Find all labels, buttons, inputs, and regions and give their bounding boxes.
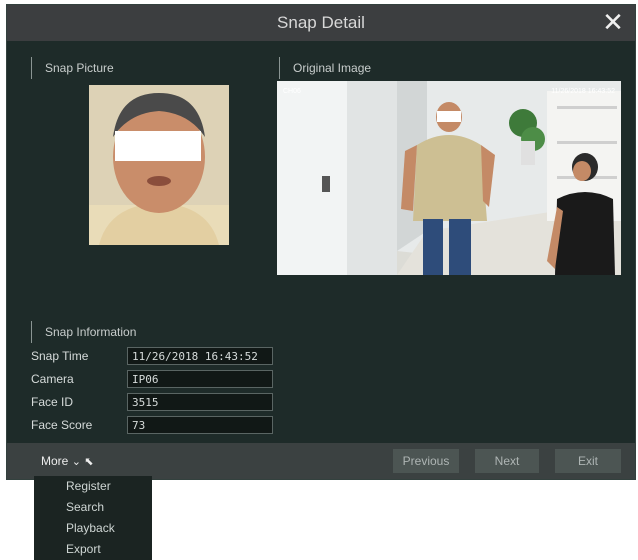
dialog-footer: More ⌄ ⬉ Previous Next Exit <box>7 443 635 479</box>
face-id-label: Face ID <box>31 395 74 409</box>
face-score-field: 73 <box>127 416 273 434</box>
title-bar: Snap Detail ✕ <box>7 5 635 41</box>
face-redaction <box>115 131 201 161</box>
face-score-label: Face Score <box>31 418 93 432</box>
original-scene-image: CH06 11/26/2018 16:43:52 <box>277 81 621 275</box>
close-icon: ✕ <box>602 7 624 37</box>
info-row-face-score: Face Score 73 <box>31 416 281 436</box>
menu-item-export[interactable]: Export <box>34 539 152 560</box>
info-row-face-id: Face ID 3515 <box>31 393 281 413</box>
previous-button[interactable]: Previous <box>393 449 459 473</box>
original-image: CH06 11/26/2018 16:43:52 <box>277 81 621 275</box>
original-image-heading: Original Image <box>279 57 371 79</box>
snap-picture <box>89 85 229 245</box>
snap-picture-heading: Snap Picture <box>31 57 114 79</box>
original-face-redaction <box>437 111 461 122</box>
info-row-camera: Camera IP06 <box>31 370 281 390</box>
mouse-cursor-icon: ⬉ <box>84 456 94 468</box>
snap-time-label: Snap Time <box>31 349 89 363</box>
timestamp-overlay-label: 11/26/2018 16:43:52 <box>551 88 615 95</box>
menu-item-playback[interactable]: Playback <box>34 518 152 539</box>
snap-information-heading: Snap Information <box>31 321 136 343</box>
chevron-down-icon: ⌄ <box>71 456 81 468</box>
snap-time-field: 11/26/2018 16:43:52 <box>127 347 273 365</box>
camera-overlay-label: CH06 <box>283 88 301 95</box>
more-label: More <box>41 454 69 468</box>
menu-item-search[interactable]: Search <box>34 497 152 518</box>
menu-item-register[interactable]: Register <box>34 476 152 497</box>
more-dropdown-menu: Register Search Playback Export <box>34 476 152 560</box>
face-id-field: 3515 <box>127 393 273 411</box>
exit-button[interactable]: Exit <box>555 449 621 473</box>
more-button[interactable]: More ⌄ ⬉ <box>41 451 93 472</box>
info-row-snap-time: Snap Time 11/26/2018 16:43:52 <box>31 347 281 367</box>
dialog-title: Snap Detail <box>277 13 365 32</box>
camera-label: Camera <box>31 372 74 386</box>
snap-detail-dialog: Snap Detail ✕ Snap Picture Original Imag… <box>6 4 636 480</box>
next-button[interactable]: Next <box>475 449 539 473</box>
snap-face-image <box>89 85 229 245</box>
camera-field: IP06 <box>127 370 273 388</box>
close-button[interactable]: ✕ <box>599 8 627 36</box>
